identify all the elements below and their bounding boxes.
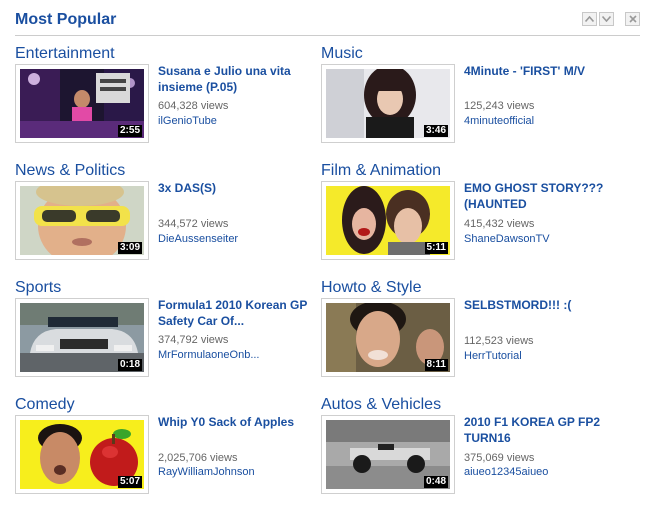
category-music: Music 3:46 4Minute - 'FIRST' M/V 125,243… [321,45,621,160]
header-controls [582,12,640,26]
view-count: 344,572 views [158,218,229,230]
video-thumbnail[interactable]: 5:07 [15,415,149,494]
view-count: 604,328 views [158,100,229,112]
video-thumbnail[interactable]: 2:55 [15,64,149,143]
video-thumbnail[interactable]: 3:09 [15,181,149,260]
most-popular-header: Most Popular [15,9,640,36]
video-title[interactable]: Whip Y0 Sack of Apples [158,414,313,430]
category-title[interactable]: Entertainment [15,45,115,63]
video-duration: 3:46 [423,125,448,137]
video-duration: 8:11 [424,359,448,371]
category-title[interactable]: Autos & Vehicles [321,396,441,414]
channel-link[interactable]: aiueo12345aiueo [464,466,548,479]
category-title[interactable]: Film & Animation [321,162,441,180]
category-film-animation: Film & Animation 5:11 EMO GHOST STORY???… [321,162,621,277]
channel-link[interactable]: 4minuteofficial [464,115,534,128]
video-thumbnail[interactable]: 0:18 [15,298,149,377]
move-down-icon[interactable] [599,12,614,26]
move-up-icon[interactable] [582,12,597,26]
video-duration: 0:18 [117,359,142,371]
video-title[interactable]: 4Minute - 'FIRST' M/V [464,63,619,79]
channel-link[interactable]: MrFormulaoneOnb... [158,349,259,362]
video-title[interactable]: EMO GHOST STORY??? (HAUNTED [464,180,619,212]
channel-link[interactable]: RayWilliamJohnson [158,466,255,479]
video-duration: 2:55 [117,125,142,137]
view-count: 374,792 views [158,334,229,346]
video-duration: 0:48 [423,476,448,488]
category-news-politics: News & Politics 3:09 3x DAS(S) 344,572 v… [15,162,315,277]
video-thumbnail[interactable]: 0:48 [321,415,455,494]
video-duration: 5:11 [424,242,448,254]
channel-link[interactable]: ShaneDawsonTV [464,233,550,246]
category-entertainment: Entertainment 2:55 Susana e Julio una vi… [15,45,315,160]
video-duration: 3:09 [117,242,142,254]
category-autos-vehicles: Autos & Vehicles 0:48 2010 F1 KOREA GP F… [321,396,621,511]
view-count: 112,523 views [464,335,534,347]
section-title: Most Popular [15,11,117,28]
category-title[interactable]: Music [321,45,363,63]
video-thumbnail[interactable]: 5:11 [321,181,455,260]
category-title[interactable]: Sports [15,279,61,297]
category-title[interactable]: News & Politics [15,162,125,180]
video-duration: 5:07 [117,476,142,488]
video-thumbnail[interactable]: 3:46 [321,64,455,143]
category-title[interactable]: Howto & Style [321,279,421,297]
close-icon[interactable] [625,12,640,26]
category-comedy: Comedy 5:07 Whip Y0 Sack of Apples 2,025… [15,396,315,511]
channel-link[interactable]: HerrTutorial [464,350,522,363]
category-sports: Sports 0:18 Formula1 2010 Korean GP Safe… [15,279,315,394]
view-count: 125,243 views [464,100,535,112]
view-count: 2,025,706 views [158,452,238,464]
video-thumbnail[interactable]: 8:11 [321,298,455,377]
channel-link[interactable]: DieAussenseiter [158,233,238,246]
view-count: 415,432 views [464,218,535,230]
category-title[interactable]: Comedy [15,396,75,414]
video-title[interactable]: Formula1 2010 Korean GP Safety Car Of... [158,297,313,329]
category-howto-style: Howto & Style 8:11 SELBSTMORD!!! :( 112,… [321,279,621,394]
channel-link[interactable]: ilGenioTube [158,115,217,128]
view-count: 375,069 views [464,452,535,464]
video-title[interactable]: Susana e Julio una vita insieme (P.05) [158,63,313,95]
video-title[interactable]: 3x DAS(S) [158,180,313,196]
video-title[interactable]: SELBSTMORD!!! :( [464,297,619,313]
video-title[interactable]: 2010 F1 KOREA GP FP2 TURN16 [464,414,619,446]
